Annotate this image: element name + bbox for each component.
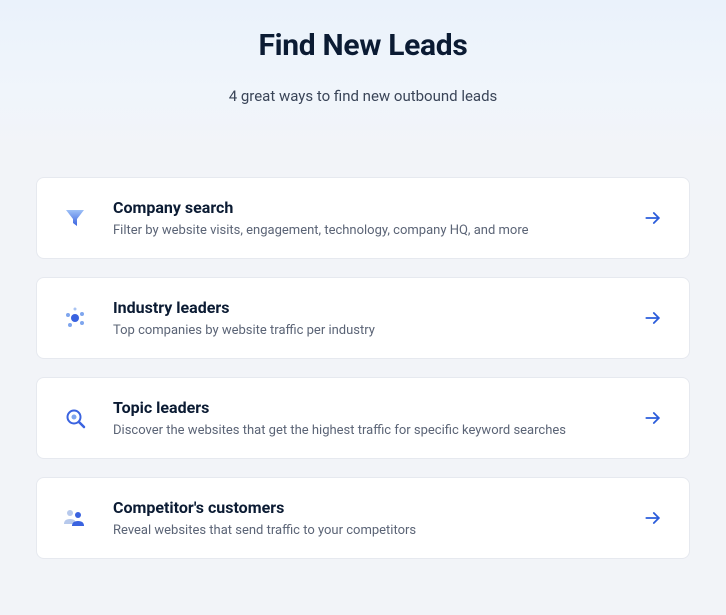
cards-list: Company search Filter by website visits,… — [0, 153, 726, 589]
card-company-search[interactable]: Company search Filter by website visits,… — [36, 177, 690, 259]
card-body: Company search Filter by website visits,… — [113, 198, 641, 238]
arrow-right-icon — [641, 308, 665, 328]
arrow-right-icon — [641, 508, 665, 528]
card-desc: Filter by website visits, engagement, te… — [113, 223, 641, 238]
card-desc: Discover the websites that get the highe… — [113, 423, 641, 438]
card-body: Competitor's customers Reveal websites t… — [113, 498, 641, 538]
page-subtitle: 4 great ways to find new outbound leads — [20, 87, 706, 105]
card-topic-leaders[interactable]: Topic leaders Discover the websites that… — [36, 377, 690, 459]
card-title: Company search — [113, 198, 641, 217]
card-title: Industry leaders — [113, 298, 641, 317]
magnify-icon — [53, 396, 97, 440]
card-title: Topic leaders — [113, 398, 641, 417]
card-competitor-customers[interactable]: Competitor's customers Reveal websites t… — [36, 477, 690, 559]
card-industry-leaders[interactable]: Industry leaders Top companies by websit… — [36, 277, 690, 359]
funnel-icon — [53, 196, 97, 240]
people-icon — [53, 496, 97, 540]
card-desc: Top companies by website traffic per ind… — [113, 323, 641, 338]
card-body: Topic leaders Discover the websites that… — [113, 398, 641, 438]
card-body: Industry leaders Top companies by websit… — [113, 298, 641, 338]
arrow-right-icon — [641, 208, 665, 228]
page-title: Find New Leads — [20, 28, 706, 63]
network-icon — [53, 296, 97, 340]
hero-section: Find New Leads 4 great ways to find new … — [0, 0, 726, 153]
arrow-right-icon — [641, 408, 665, 428]
card-title: Competitor's customers — [113, 498, 641, 517]
card-desc: Reveal websites that send traffic to you… — [113, 523, 641, 538]
